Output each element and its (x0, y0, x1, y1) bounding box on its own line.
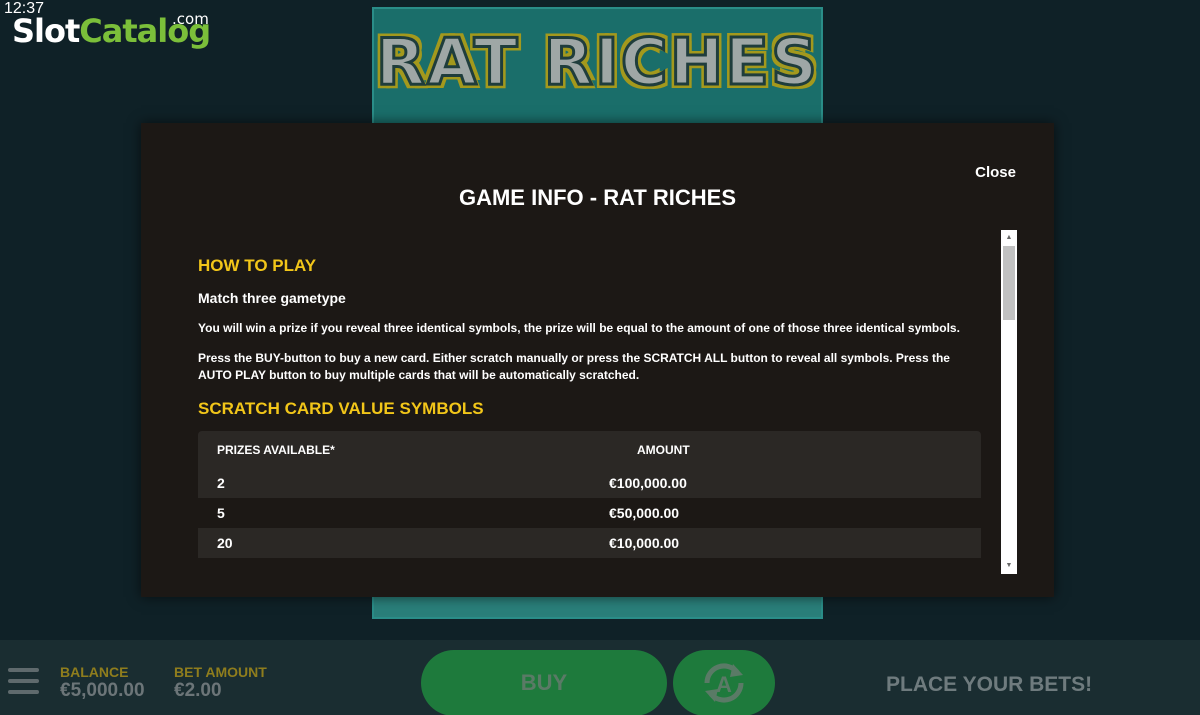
scroll-down-icon[interactable]: ▼ (1001, 559, 1017, 573)
table-row: 5 €50,000.00 (198, 498, 981, 528)
rules-paragraph: Press the BUY-button to buy a new card. … (198, 351, 950, 382)
close-button[interactable]: Close (975, 164, 1016, 181)
balance-label: BALANCE (60, 664, 129, 680)
prizes-cell: 20 (198, 528, 609, 558)
how-to-play-heading: HOW TO PLAY (198, 256, 317, 275)
slotcatalog-logo: SlotCatalog .com (12, 10, 211, 56)
table-row: 20 €10,000.00 (198, 528, 981, 558)
scroll-up-icon[interactable]: ▲ (1001, 231, 1017, 245)
scroll-thumb[interactable] (1003, 246, 1015, 320)
modal-content[interactable]: HOW TO PLAY Match three gametype You wil… (198, 231, 998, 571)
brand-slot: Slot (12, 12, 80, 50)
game-logo: RAT RICHES (374, 26, 820, 100)
amount-cell: €100,000.00 (609, 468, 981, 498)
hamburger-menu-icon[interactable] (8, 668, 39, 694)
brand-com: .com (172, 10, 209, 28)
game-info-modal: Close GAME INFO - RAT RICHES HOW TO PLAY… (141, 123, 1054, 597)
balance-value: €5,000.00 (60, 680, 145, 701)
bet-amount-label: BET AMOUNT (174, 664, 267, 680)
prize-table: PRIZES AVAILABLE* AMOUNT 2 €100,000.00 5… (198, 431, 981, 558)
autoplay-icon: A (704, 663, 744, 703)
scratch-values-heading: SCRATCH CARD VALUE SYMBOLS (198, 399, 484, 418)
autoplay-button[interactable]: A (673, 650, 775, 715)
bet-amount-value: €2.00 (174, 680, 222, 701)
prizes-cell: 5 (217, 505, 225, 521)
rules-paragraph: You will win a prize if you reveal three… (198, 321, 960, 335)
table-header-row: PRIZES AVAILABLE* AMOUNT (198, 431, 981, 468)
status-message: PLACE YOUR BETS! (886, 673, 1093, 696)
balance-display: BALANCE €5,000.00 (60, 665, 145, 702)
buy-button[interactable]: BUY (421, 650, 667, 715)
prizes-cell: 2 (198, 468, 609, 498)
bottom-control-bar: BALANCE €5,000.00 BET AMOUNT €2.00 BUY A… (0, 640, 1200, 715)
column-header-amount: AMOUNT (609, 431, 981, 468)
bet-amount-display[interactable]: BET AMOUNT €2.00 (174, 665, 267, 702)
modal-scrollbar[interactable]: ▲ ▼ (1001, 230, 1017, 574)
table-row: 2 €100,000.00 (198, 468, 981, 498)
amount-cell: €50,000.00 (609, 505, 680, 521)
gametype-subheading: Match three gametype (198, 290, 346, 306)
amount-cell: €10,000.00 (609, 528, 981, 558)
modal-title: GAME INFO - RAT RICHES (458, 185, 737, 210)
column-header-prizes: PRIZES AVAILABLE* (198, 431, 609, 468)
svg-text:A: A (716, 672, 732, 697)
